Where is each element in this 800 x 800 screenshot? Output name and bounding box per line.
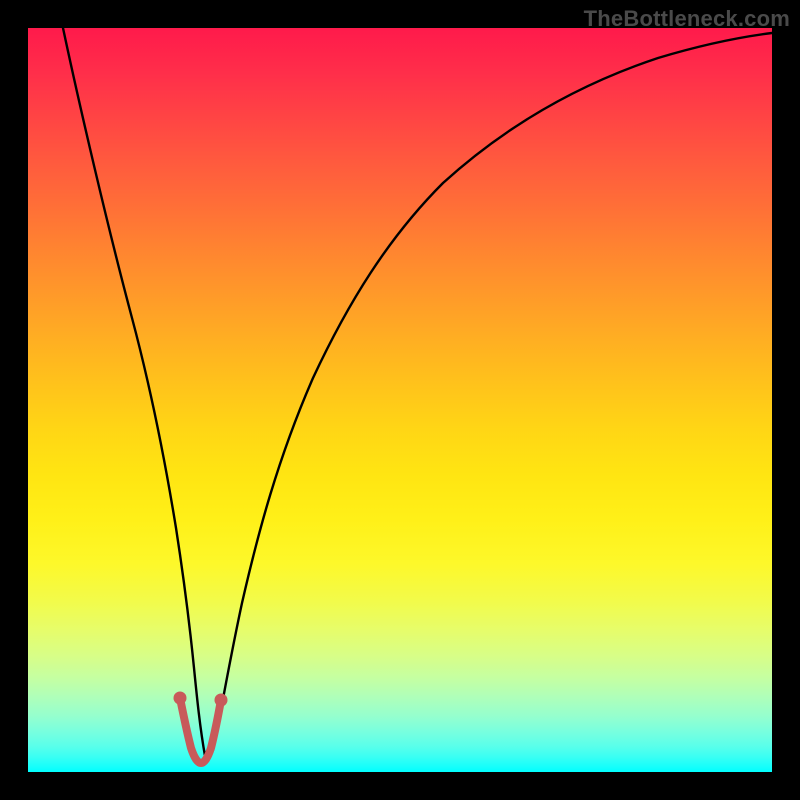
bottleneck-curve: [63, 28, 772, 756]
marker-dot: [174, 692, 187, 705]
plot-area: [28, 28, 772, 772]
marker-dot: [215, 694, 228, 707]
curve-layer: [28, 28, 772, 772]
watermark-text: TheBottleneck.com: [584, 6, 790, 32]
chart-frame: TheBottleneck.com: [0, 0, 800, 800]
